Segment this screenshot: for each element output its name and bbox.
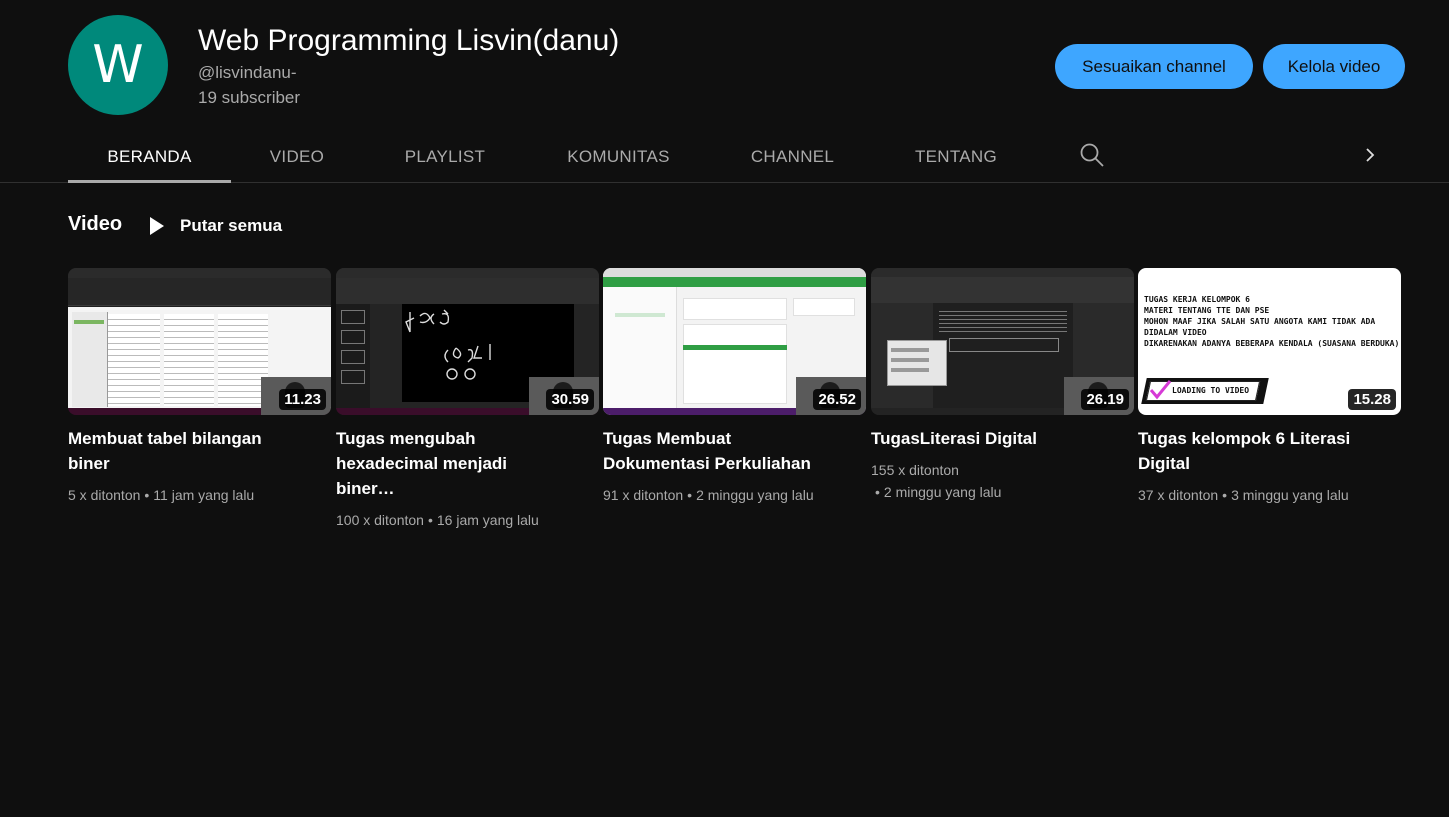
play-all-button[interactable]: Putar semua: [146, 212, 282, 240]
upload-age: 16 jam yang lalu: [436, 512, 539, 528]
video-title[interactable]: TugasLiterasi Digital: [871, 426, 1101, 451]
tab-beranda[interactable]: BERANDA: [68, 130, 231, 183]
channel-name: Web Programming Lisvin(danu): [198, 24, 620, 57]
play-all-label: Putar semua: [180, 216, 283, 235]
tab-channel[interactable]: CHANNEL: [710, 130, 875, 183]
view-count: 155 x ditonton: [871, 462, 959, 478]
video-meta: 155 x ditonton • 2 minggu yang lalu: [871, 459, 1121, 503]
chevron-right-icon[interactable]: [1358, 141, 1382, 169]
meta-separator: •: [875, 484, 880, 500]
thumbnail-text: TUGAS KERJA KELOMPOK 6 MATERI TENTANG TT…: [1144, 295, 1400, 348]
tab-tentang[interactable]: TENTANG: [875, 130, 1037, 183]
manage-videos-button[interactable]: Kelola video: [1263, 44, 1405, 89]
video-card[interactable]: 11.23 Membuat tabel bilangan biner 5 x d…: [68, 268, 331, 506]
play-icon: [150, 217, 164, 235]
tab-playlist[interactable]: PLAYLIST: [363, 130, 527, 183]
tab-komunitas[interactable]: KOMUNITAS: [527, 130, 710, 183]
thumbnail-banner: LOADING TO VIDEO: [1172, 386, 1250, 395]
channel-tabs: BERANDA VIDEO PLAYLIST KOMUNITAS CHANNEL…: [0, 130, 1449, 183]
view-count: 5 x ditonton: [68, 487, 141, 503]
video-meta: 5 x ditonton • 11 jam yang lalu: [68, 484, 318, 506]
channel-header: W Web Programming Lisvin(danu) @lisvinda…: [0, 0, 1449, 130]
video-card[interactable]: 26.19 TugasLiterasi Digital 155 x ditont…: [871, 268, 1134, 503]
video-card[interactable]: TUGAS KERJA KELOMPOK 6 MATERI TENTANG TT…: [1138, 268, 1401, 506]
meta-separator: •: [427, 512, 433, 528]
video-title[interactable]: Tugas kelompok 6 Literasi Digital: [1138, 426, 1368, 476]
video-duration: 15.28: [1348, 389, 1396, 410]
video-meta: 100 x ditonton • 16 jam yang lalu: [336, 509, 586, 531]
search-icon[interactable]: [1078, 141, 1106, 169]
video-duration: 26.52: [813, 389, 861, 410]
meta-separator: •: [1222, 487, 1228, 503]
channel-avatar[interactable]: W: [68, 15, 168, 115]
meta-separator: •: [144, 487, 150, 503]
upload-age: 2 minggu yang lalu: [696, 487, 814, 503]
view-count: 100 x ditonton: [336, 512, 424, 528]
video-card[interactable]: 26.52 Tugas Membuat Dokumentasi Perkulia…: [603, 268, 866, 506]
upload-age: 2 minggu yang lalu: [883, 484, 1002, 500]
upload-age: 3 minggu yang lalu: [1231, 487, 1349, 503]
customize-channel-button[interactable]: Sesuaikan channel: [1055, 44, 1253, 89]
view-count: 91 x ditonton: [603, 487, 684, 503]
video-meta: 91 x ditonton • 2 minggu yang lalu: [603, 484, 853, 506]
video-title[interactable]: Tugas mengubah hexadecimal menjadi biner…: [336, 426, 566, 501]
channel-handle: @lisvindanu-: [198, 63, 297, 82]
video-duration: 26.19: [1081, 389, 1129, 410]
upload-age: 11 jam yang lalu: [153, 487, 255, 503]
video-duration: 11.23: [279, 389, 326, 410]
video-card[interactable]: 30.59 Tugas mengubah hexadecimal menjadi…: [336, 268, 599, 531]
video-title[interactable]: Membuat tabel bilangan biner: [68, 426, 298, 476]
video-thumbnail[interactable]: 26.19: [871, 268, 1134, 415]
video-title[interactable]: Tugas Membuat Dokumentasi Perkuliahan: [603, 426, 833, 476]
video-thumbnail[interactable]: 30.59: [336, 268, 599, 415]
active-tab-indicator: [68, 180, 231, 183]
video-thumbnail[interactable]: 11.23: [68, 268, 331, 415]
meta-separator: •: [687, 487, 693, 503]
video-thumbnail[interactable]: 26.52: [603, 268, 866, 415]
subscriber-count: 19 subscriber: [198, 88, 301, 107]
video-thumbnail[interactable]: TUGAS KERJA KELOMPOK 6 MATERI TENTANG TT…: [1138, 268, 1401, 415]
section-title: Video: [68, 213, 123, 235]
checkmark-icon: [1149, 380, 1172, 400]
video-duration: 30.59: [546, 389, 594, 410]
tab-video[interactable]: VIDEO: [231, 130, 363, 183]
view-count: 37 x ditonton: [1138, 487, 1219, 503]
video-meta: 37 x ditonton • 3 minggu yang lalu: [1138, 484, 1388, 506]
